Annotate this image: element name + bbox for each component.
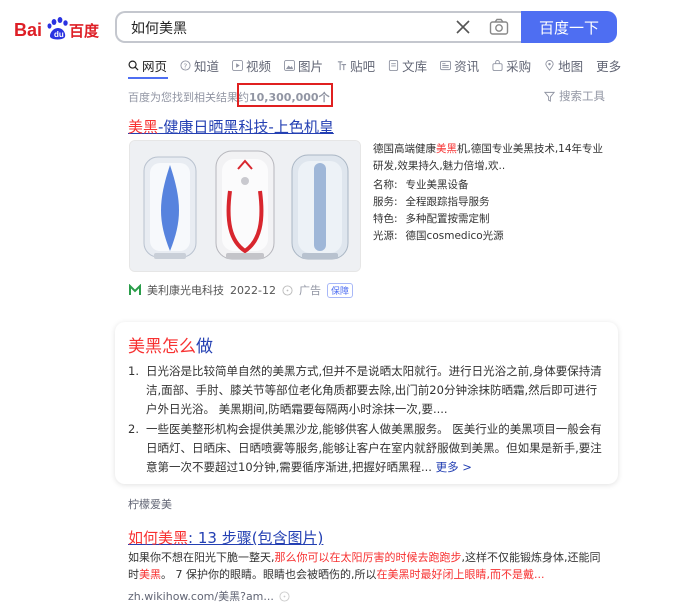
ad-attribute-key: 名称:	[373, 179, 398, 191]
ad-label: 广告	[298, 284, 321, 297]
tab-video[interactable]: 视频	[232, 55, 271, 75]
tieba-icon	[337, 60, 347, 70]
result-snippet: 如果你不想在阳光下脆一整天,那么你可以在太阳厉害的时候去跑跑步,这样不仅能锻炼身…	[128, 549, 608, 583]
document-icon	[388, 59, 399, 71]
list-number: 2.	[128, 422, 139, 436]
tab-label: 更多	[596, 58, 622, 74]
result-title-rest: : 13 步骤(包含图片)	[188, 529, 324, 547]
camera-icon[interactable]	[489, 18, 509, 36]
tab-label: 网页	[142, 58, 168, 74]
tab-label: 采购	[506, 58, 532, 74]
list-item: 2. 一些医美整形机构会提供美黑沙龙,能够供客人做美黑服务。 医美行业的美黑项目…	[128, 420, 606, 477]
merlcon-logo-icon	[129, 284, 141, 295]
info-icon[interactable]	[279, 590, 290, 602]
tab-wenku[interactable]: 文库	[388, 55, 427, 75]
result-title[interactable]: 如何美黑: 13 步骤(包含图片)	[128, 527, 323, 548]
svg-text:?: ?	[183, 61, 187, 70]
tab-label: 贴吧	[350, 58, 376, 74]
ad-source-name[interactable]: 美利康光电科技	[147, 282, 224, 298]
ad-attribute-value: 多种配置按需定制	[405, 213, 490, 225]
tab-tieba[interactable]: 贴吧	[336, 55, 375, 75]
highlight-box	[237, 83, 333, 107]
question-icon: ?	[180, 59, 191, 71]
ad-title-rest: -健康日晒黑科技-上色机皇	[158, 118, 334, 136]
answer-card-title[interactable]: 美黑怎么做	[128, 332, 213, 357]
search-tools-button[interactable]: 搜索工具	[544, 88, 605, 104]
map-pin-icon	[545, 59, 554, 71]
baidu-logo[interactable]: Bai du 百度	[14, 12, 102, 44]
active-tab-indicator	[128, 77, 168, 79]
search-tabs: 网页 ? 知道 视频 图片 贴吧 文库 资讯 采购 地图 更多	[128, 55, 621, 75]
filter-icon	[544, 91, 555, 102]
search-input[interactable]	[129, 13, 433, 43]
snippet-part: 。 7 保护你的眼睛。眼睛也会被晒伤的,所以	[161, 568, 377, 581]
tab-label: 地图	[558, 58, 584, 74]
search-box	[115, 11, 521, 43]
search-button[interactable]: 百度一下	[521, 11, 617, 43]
tab-map[interactable]: 地图	[544, 55, 583, 75]
tab-label: 图片	[298, 58, 324, 74]
ad-attribute-key: 特色:	[373, 213, 398, 225]
list-number: 1.	[128, 364, 139, 378]
tab-zhidao[interactable]: ? 知道	[180, 55, 219, 75]
ad-attribute-key: 服务:	[373, 196, 398, 208]
tab-purchase[interactable]: 采购	[492, 55, 531, 75]
answer-title-highlight: 美黑怎么	[128, 337, 196, 357]
snippet-highlight: 在美黑时最好闭上眼睛,而不是戴...	[376, 568, 545, 581]
image-icon	[284, 59, 296, 71]
ad-attribute-value: 德国cosmedico光源	[405, 230, 504, 242]
answer-card: 美黑怎么做 1. 日光浴是比较简单自然的美黑方式,但并不是说晒太阳就行。进行日光…	[115, 322, 618, 484]
ad-attribute-key: 光源:	[373, 230, 398, 242]
tab-web[interactable]: 网页	[128, 55, 167, 75]
clear-icon[interactable]	[453, 17, 473, 37]
more-link[interactable]: 更多 >	[436, 460, 472, 474]
tab-more[interactable]: 更多	[596, 55, 621, 75]
ad-attribute-value: 专业美黑设备	[405, 179, 469, 191]
tab-label: 文库	[402, 58, 428, 74]
tab-label: 视频	[246, 58, 272, 74]
ad-source: 美利康光电科技 2022-12 广告 保障	[129, 282, 353, 298]
ad-desc-highlight: 美黑	[436, 143, 457, 155]
tab-label: 知道	[194, 58, 220, 74]
ad-attribute-value: 全程跟踪指导服务	[405, 196, 490, 208]
answer-list: 1. 日光浴是比较简单自然的美黑方式,但并不是说晒太阳就行。进行日光浴之前,身体…	[128, 362, 606, 478]
ad-result-title[interactable]: 美黑-健康日晒黑科技-上色机皇	[128, 116, 334, 137]
svg-text:Bai: Bai	[14, 20, 42, 40]
result-url-text: zh.wikihow.com/美黑?am...	[128, 590, 274, 603]
info-icon[interactable]	[282, 284, 293, 296]
answer-source[interactable]: 柠檬爱美	[128, 496, 172, 512]
answer-title-rest: 做	[196, 337, 213, 357]
svg-text:du: du	[54, 30, 64, 39]
list-text: 一些医美整形机构会提供美黑沙龙,能够供客人做美黑服务。 医美行业的美黑项目一般会…	[146, 422, 602, 474]
ad-attribute-row: 名称: 专业美黑设备	[373, 177, 469, 192]
list-item: 1. 日光浴是比较简单自然的美黑方式,但并不是说晒太阳就行。进行日光浴之前,身体…	[128, 362, 606, 419]
ad-attribute-row: 特色: 多种配置按需定制	[373, 211, 490, 226]
tab-news[interactable]: 资讯	[440, 55, 479, 75]
ad-title-highlight: 美黑	[128, 118, 159, 136]
list-text: 日光浴是比较简单自然的美黑方式,但并不是说晒太阳就行。进行日光浴之前,身体要保持…	[146, 364, 602, 416]
search-icon	[128, 60, 139, 71]
search-tools-label: 搜索工具	[559, 89, 605, 103]
news-icon	[440, 60, 452, 70]
result-url[interactable]: zh.wikihow.com/美黑?am...	[128, 588, 290, 604]
play-icon	[232, 59, 244, 71]
result-count-prefix: 百度为您找到相关结果约	[128, 91, 249, 104]
svg-text:百度: 百度	[69, 22, 100, 40]
ad-description: 德国高端健康美黑机,德国专业美黑技术,14年专业研发,效果持久,魅力倍增,欢..	[373, 141, 608, 175]
ad-product-image[interactable]	[129, 140, 361, 272]
guarantee-badge[interactable]: 保障	[326, 282, 353, 298]
bag-icon	[492, 59, 503, 71]
ad-attribute-row: 服务: 全程跟踪指导服务	[373, 194, 490, 209]
tab-label: 资讯	[454, 58, 480, 74]
tab-image[interactable]: 图片	[284, 55, 323, 75]
result-title-highlight: 如何美黑	[128, 529, 189, 547]
ad-date: 2022-12	[230, 283, 276, 297]
ad-desc-part: 德国高端健康	[373, 143, 436, 155]
snippet-part: 如果你不想在阳光下脆一整天,	[128, 551, 275, 564]
snippet-highlight: 那么你可以在太阳厉害的时候去跑跑步	[274, 551, 462, 564]
ad-attribute-row: 光源: 德国cosmedico光源	[373, 228, 504, 243]
snippet-highlight: 美黑	[139, 568, 161, 581]
